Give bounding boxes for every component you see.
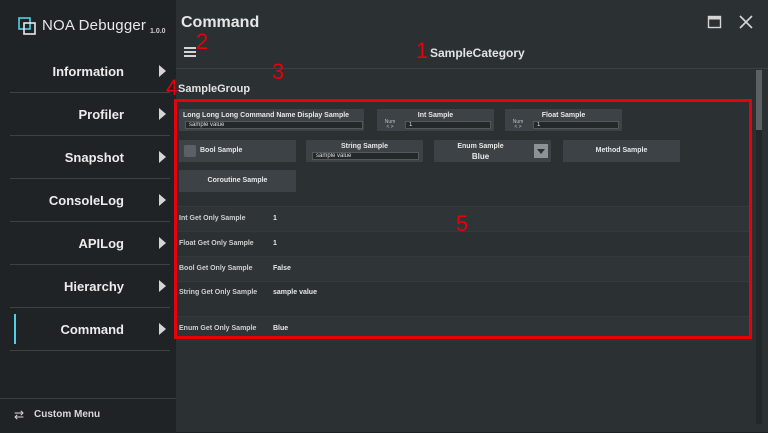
noa-logo-icon: [18, 17, 36, 35]
chevron-right-icon: [159, 237, 166, 249]
sidebar-item-label: Hierarchy: [64, 279, 124, 294]
sidebar: NOA Debugger 1.0.0 Information Profiler …: [0, 0, 178, 433]
custom-menu-label: Custom Menu: [34, 409, 101, 420]
chevron-right-icon: [159, 108, 166, 120]
sidebar-item-label: Profiler: [78, 107, 124, 122]
scrollbar[interactable]: [756, 70, 762, 424]
sidebar-nav: Information Profiler Snapshot ConsoleLog…: [10, 50, 170, 351]
chevron-right-icon: [159, 280, 166, 292]
annotation-label: 1: [416, 38, 429, 63]
active-indicator: [14, 314, 16, 344]
group-label[interactable]: SampleGroup: [178, 83, 250, 95]
annotation-label: 5: [456, 211, 469, 236]
sidebar-item-consolelog[interactable]: ConsoleLog: [10, 179, 170, 222]
swap-arrows-icon: ⇄: [14, 408, 25, 422]
sidebar-item-profiler[interactable]: Profiler: [10, 93, 170, 136]
page-title: Command: [181, 14, 260, 31]
sidebar-item-label: ConsoleLog: [48, 193, 124, 208]
app-title: NOA Debugger: [42, 17, 147, 34]
close-icon[interactable]: [738, 14, 754, 30]
scrollbar-thumb[interactable]: [756, 70, 762, 130]
chevron-right-icon: [159, 323, 166, 335]
command-toolbar: SampleCategory: [176, 38, 768, 69]
chevron-right-icon: [159, 65, 166, 77]
app-window: NOA Debugger 1.0.0 Information Profiler …: [0, 0, 768, 433]
float-window-icon[interactable]: [707, 14, 723, 30]
custom-menu-button[interactable]: ⇄ Custom Menu: [0, 398, 176, 433]
hamburger-menu-icon[interactable]: [184, 47, 196, 57]
sidebar-item-label: Command: [60, 322, 124, 337]
sidebar-item-information[interactable]: Information: [10, 50, 170, 93]
app-header: NOA Debugger 1.0.0: [18, 15, 178, 39]
chevron-right-icon: [159, 194, 166, 206]
sidebar-item-hierarchy[interactable]: Hierarchy: [10, 265, 170, 308]
sidebar-item-apilog[interactable]: APILog: [10, 222, 170, 265]
app-version: 1.0.0: [150, 28, 166, 35]
category-label[interactable]: SampleCategory: [430, 46, 525, 60]
sidebar-item-label: APILog: [78, 236, 125, 251]
annotation-label: 4: [166, 75, 179, 100]
sidebar-item-label: Snapshot: [64, 150, 124, 165]
sidebar-item-snapshot[interactable]: Snapshot: [10, 136, 170, 179]
sidebar-item-label: Information: [52, 64, 125, 79]
annotation-label: 2: [196, 29, 209, 54]
chevron-right-icon: [159, 151, 166, 163]
annotation-label: 3: [272, 59, 285, 84]
sidebar-item-command[interactable]: Command: [10, 308, 170, 351]
